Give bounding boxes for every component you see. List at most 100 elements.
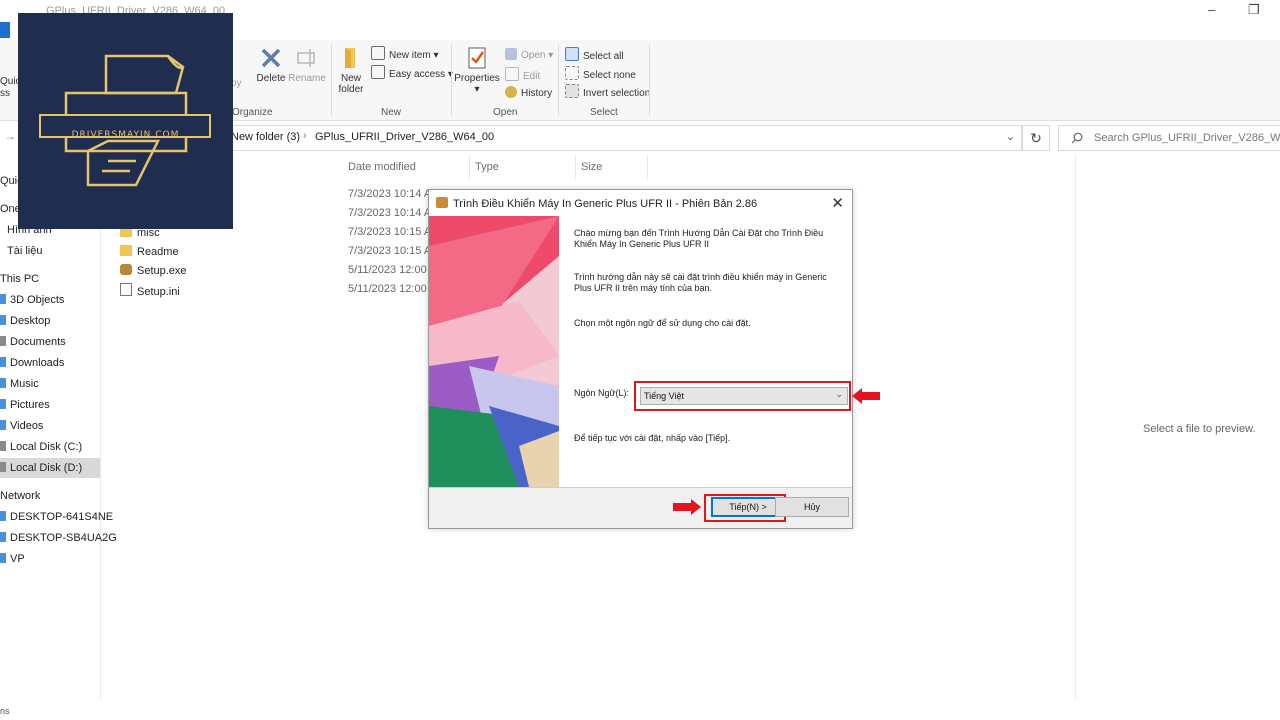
address-dropdown-icon[interactable]: ⌄ [1006,130,1015,143]
nav-downloads-label: Downloads [10,357,65,369]
file-date: 7/3/2023 10:14 A [348,207,432,219]
column-header-type[interactable]: Type [475,161,499,173]
nav-documents[interactable]: Documents [0,336,66,348]
select-all-label: Select all [583,51,624,62]
breadcrumb-parent[interactable]: New folder (3) [231,131,300,143]
nav-desktop-sb4ua2g[interactable]: DESKTOP-SB4UA2G [0,532,117,544]
column-separator [575,155,576,179]
file-tab[interactable] [0,22,10,38]
file-name: Setup.exe [137,265,187,277]
column-header-date[interactable]: Date modified [348,161,416,173]
arrow-right-icon [673,499,701,515]
cancel-button[interactable]: Hủy [775,497,849,517]
open-icon [505,48,517,60]
file-date: 5/11/2023 12:00 A [348,264,437,276]
welcome-text: Chào mừng bạn đến Trình Hướng Dẫn Cài Đặ… [574,228,824,249]
driversmayin-logo: DRIVERSMAYIN.COM [18,13,233,229]
breadcrumb-current[interactable]: GPlus_UFRII_Driver_V286_W64_00 [315,131,494,143]
new-folder-label-2: folder [338,84,364,95]
rename-label: Rename [288,73,326,84]
language-label: Ngôn Ngữ(L): [574,388,630,398]
nav-divider [100,155,101,700]
logo-text: DRIVERSMAYIN.COM [71,130,180,140]
invert-selection-label: Invert selection [583,88,651,99]
file-row-setup-ini[interactable]: Setup.ini [120,283,180,298]
invert-selection-icon [565,84,579,98]
select-all-button[interactable]: Select all [565,47,624,62]
nav-music[interactable]: Music [0,378,39,390]
delete-button[interactable]: Delete [254,46,288,84]
description-text: Trình hướng dẫn này sẽ cài đặt trình điề… [574,272,827,293]
easy-access-icon [371,65,385,79]
next-button[interactable]: Tiếp(N) > [711,497,785,517]
edit-label: Edit [523,71,541,82]
nav-network[interactable]: Network [0,490,40,502]
select-none-icon [565,66,579,80]
maximize-button[interactable]: ❐ [1248,2,1260,18]
column-separator [647,155,648,179]
edit-icon [505,67,519,81]
nav-3d-objects-label: 3D Objects [10,294,65,306]
open-button[interactable]: Open ▾ [505,48,553,61]
invert-selection-button[interactable]: Invert selection [565,84,650,99]
ribbon-separator [649,44,650,116]
column-header-size[interactable]: Size [581,161,602,173]
select-none-label: Select none [583,70,636,81]
drive-icon [0,462,6,472]
computer-icon [0,511,6,521]
folder-icon [345,48,355,68]
group-organize: Organize [232,107,273,118]
installer-app-icon [436,197,448,208]
nav-pictures[interactable]: Pictures [0,399,50,411]
file-date: 7/3/2023 10:15 A [348,226,432,238]
new-folder-label-1: New [340,73,361,84]
pictures-icon [0,399,6,409]
minimize-button[interactable]: – [1208,2,1215,17]
history-button[interactable]: History [505,86,552,99]
search-box[interactable]: Search GPlus_UFRII_Driver_V286_W64_00 [1058,125,1280,151]
computer-icon [0,553,6,563]
file-row-readme[interactable]: Readme [120,245,179,258]
properties-button[interactable]: Properties ▾ [454,46,500,95]
close-icon[interactable]: ✕ [831,194,844,212]
new-folder-button[interactable]: New folder [334,46,368,95]
documents-icon [0,336,6,346]
file-row-setup-exe[interactable]: Setup.exe [120,264,187,277]
refresh-button[interactable]: ↻ [1022,125,1050,151]
edit-button[interactable]: Edit [505,67,540,82]
select-all-icon [565,47,579,61]
videos-icon [0,420,6,430]
nav-pictures-label: Pictures [10,399,50,411]
address-bar[interactable]: New folder (3) › GPlus_UFRII_Driver_V286… [228,125,1022,151]
group-open: Open [493,107,518,118]
nav-vp[interactable]: VP [0,553,25,565]
nav-desktop-641s4ne-label: DESKTOP-641S4NE [10,511,114,523]
select-none-button[interactable]: Select none [565,66,636,81]
preview-divider [1075,155,1076,700]
nav-desktop-label: Desktop [10,315,51,327]
nav-desktop[interactable]: Desktop [0,315,50,327]
history-icon [505,86,517,98]
ribbon-separator [558,44,559,116]
nav-videos[interactable]: Videos [0,420,43,432]
continue-text: Để tiếp tục với cài đặt, nhấp vào [Tiếp]… [574,433,731,443]
nav-local-disk-c[interactable]: Local Disk (C:) [0,441,82,453]
open-label: Open [521,50,546,61]
desktop-icon [0,315,6,325]
computer-icon [0,532,6,542]
new-item-button[interactable]: New item ▾ [371,46,439,61]
drive-icon [0,441,6,451]
nav-downloads[interactable]: Downloads [0,357,64,369]
file-date: 7/3/2023 10:15 A [348,245,432,257]
rename-button[interactable]: Rename [288,46,326,84]
forward-arrow-icon[interactable]: → [4,129,16,143]
dialog-body: Chào mừng bạn đến Trình Hướng Dẫn Cài Đặ… [429,216,880,488]
easy-access-button[interactable]: Easy access ▾ [371,65,453,80]
nav-this-pc[interactable]: This PC [0,273,39,285]
choose-language-text: Chọn một ngôn ngữ để sử dụng cho cài đặt… [574,318,751,328]
nav-desktop-641s4ne[interactable]: DESKTOP-641S4NE [0,511,113,523]
nav-3d-objects[interactable]: 3D Objects [0,294,64,306]
nav-local-disk-d[interactable]: Local Disk (D:) [0,462,82,474]
nav-tai-lieu[interactable]: Tài liệu [7,245,42,257]
status-bar-text: ns [0,706,10,716]
